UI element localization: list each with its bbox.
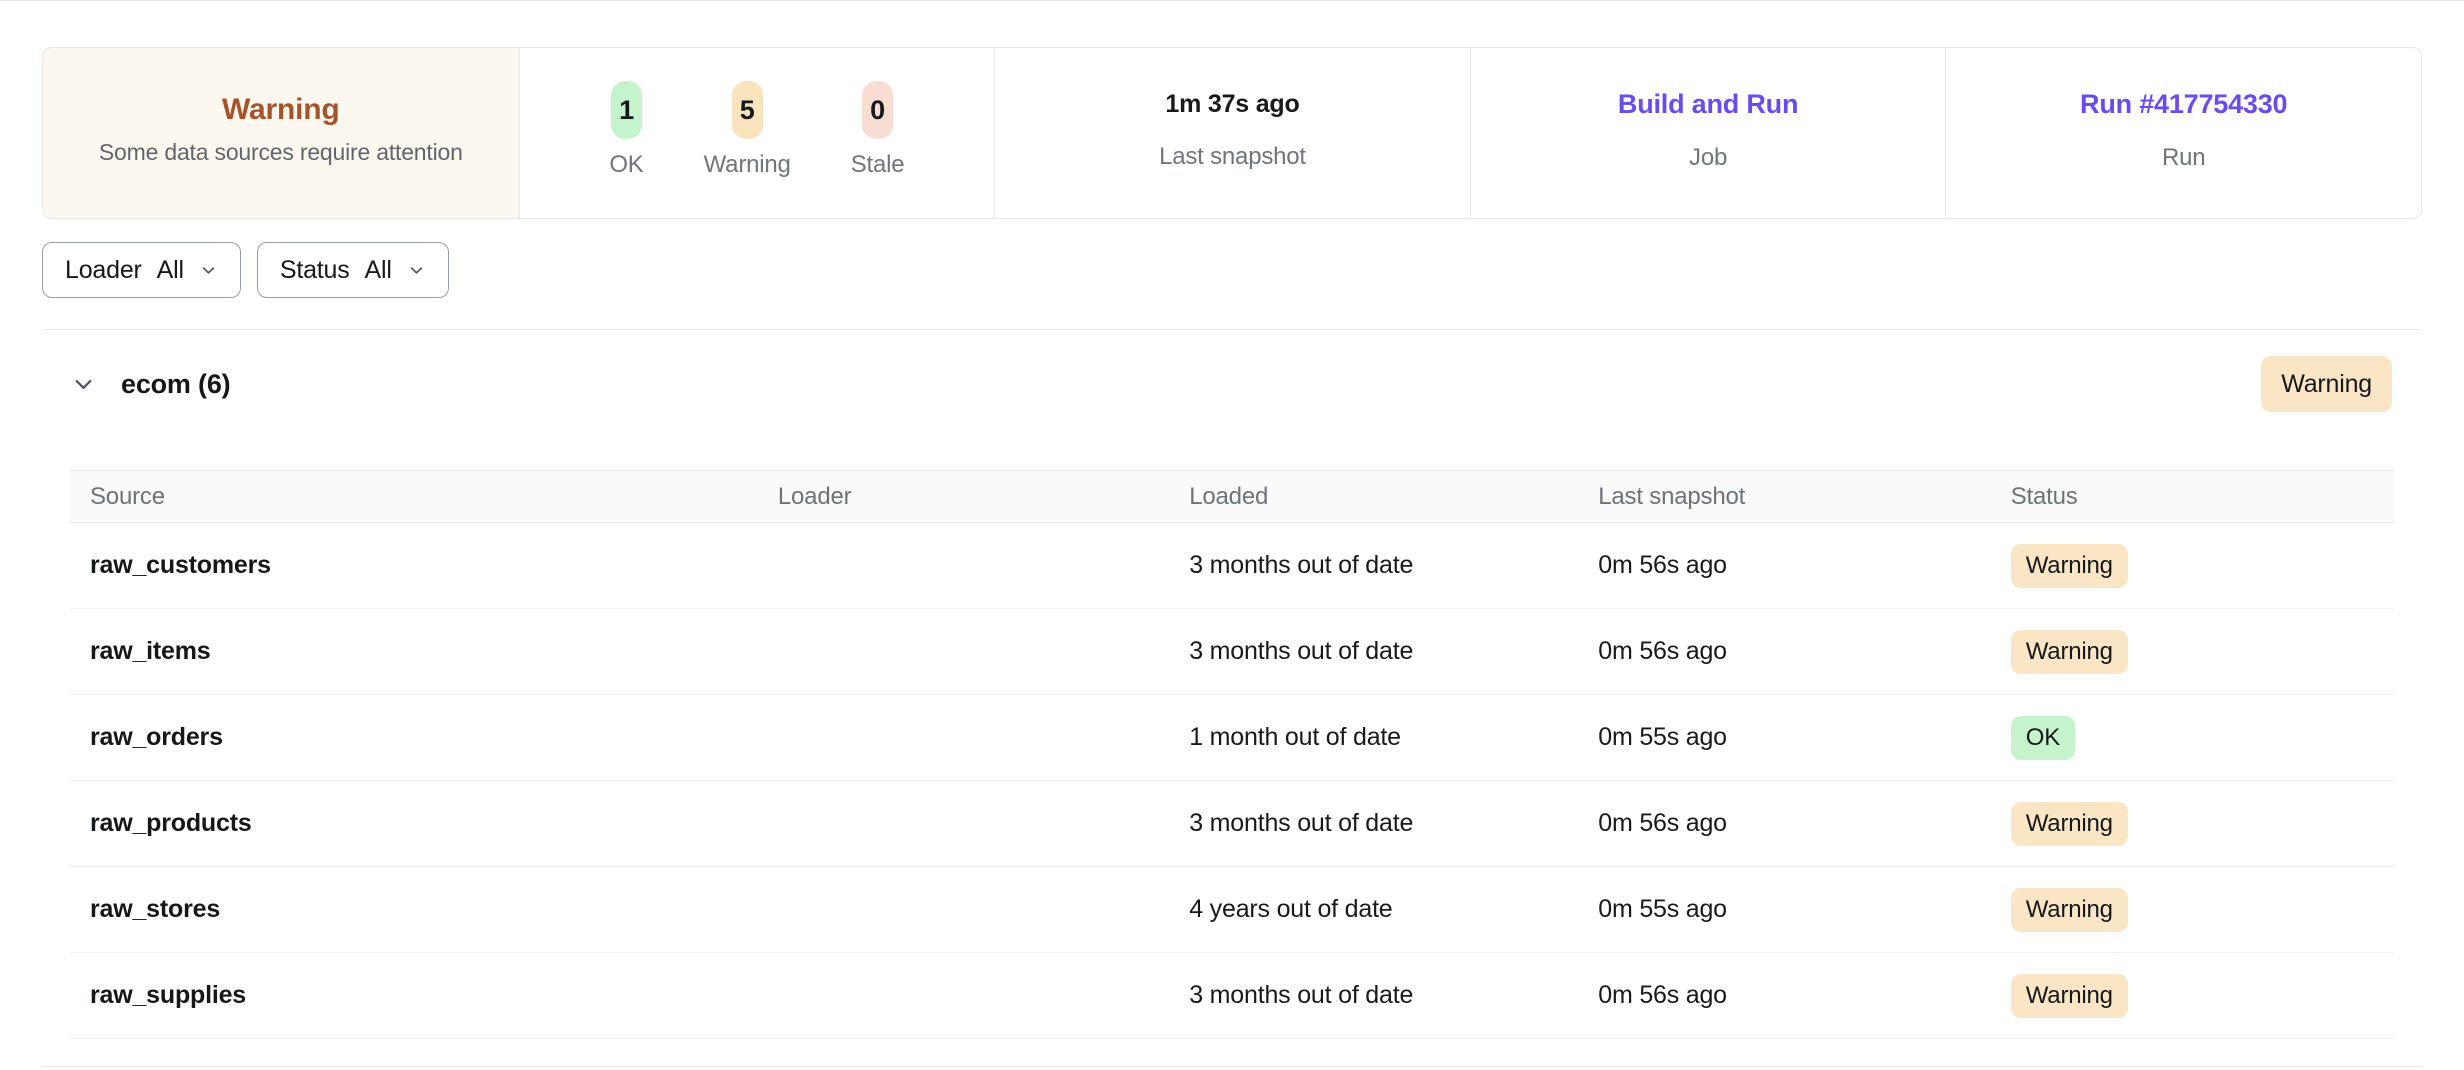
stat-stale: 0 Stale — [851, 81, 905, 179]
last-snapshot-cell: 0m 56s ago — [1578, 637, 1991, 666]
col-header-source: Source — [70, 483, 758, 511]
last-snapshot-cell: 0m 56s ago — [1578, 981, 1991, 1010]
table-row: raw_supplies 3 months out of date 0m 56s… — [70, 953, 2394, 1039]
loader-filter-label: Loader — [65, 256, 142, 285]
run-label: Run — [2162, 144, 2205, 172]
loaded-cell: 3 months out of date — [1169, 809, 1578, 838]
chevron-down-icon — [407, 261, 426, 280]
status-badge: Warning — [2011, 544, 2128, 588]
table-row: raw_stores 4 years out of date 0m 55s ag… — [70, 867, 2394, 953]
table-row: raw_customers 3 months out of date 0m 56… — [70, 523, 2394, 609]
stat-warning: 5 Warning — [704, 81, 791, 179]
filter-bar: Loader All Status All — [42, 242, 2422, 298]
job-label: Job — [1689, 144, 1727, 172]
status-filter-label: Status — [280, 256, 350, 285]
table-row: raw_products 3 months out of date 0m 56s… — [70, 781, 2394, 867]
loader-filter-value: All — [157, 256, 184, 285]
run-cell: Run #417754330 Run — [1945, 48, 2421, 218]
group-header-ecom[interactable]: ecom (6) Warning — [42, 356, 2422, 412]
status-badge: Warning — [2011, 630, 2128, 674]
section-divider — [42, 329, 2422, 330]
status-badge: OK — [2011, 716, 2075, 760]
ok-count-pill: 1 — [611, 81, 642, 139]
chevron-down-icon — [199, 261, 218, 280]
job-link[interactable]: Build and Run — [1618, 89, 1798, 120]
loaded-cell: 4 years out of date — [1169, 895, 1578, 924]
source-name: raw_customers — [70, 551, 758, 580]
summary-card: Warning Some data sources require attent… — [42, 47, 2422, 219]
loaded-cell: 1 month out of date — [1169, 723, 1578, 752]
source-name: raw_orders — [70, 723, 758, 752]
status-badge: Warning — [2011, 974, 2128, 1018]
source-name: raw_supplies — [70, 981, 758, 1010]
source-name: raw_products — [70, 809, 758, 838]
last-snapshot-cell: 0m 55s ago — [1578, 723, 1991, 752]
warning-count-pill: 5 — [732, 81, 763, 139]
overall-status-title: Warning — [222, 93, 339, 127]
chevron-down-icon — [70, 371, 97, 398]
table-row: raw_orders 1 month out of date 0m 55s ag… — [70, 695, 2394, 781]
stale-count-label: Stale — [851, 151, 905, 179]
col-header-status: Status — [1991, 483, 2394, 511]
run-link[interactable]: Run #417754330 — [2080, 89, 2287, 120]
status-badge: Warning — [2011, 802, 2128, 846]
warning-count-label: Warning — [704, 151, 791, 179]
overall-status-subtitle: Some data sources require attention — [99, 137, 463, 167]
group-status-badge: Warning — [2261, 356, 2392, 412]
last-snapshot-value: 1m 37s ago — [1165, 90, 1299, 119]
status-filter-dropdown[interactable]: Status All — [257, 242, 449, 298]
data-sources-page: Warning Some data sources require attent… — [0, 47, 2464, 1067]
last-snapshot-label: Last snapshot — [1159, 143, 1306, 171]
status-counts-cell: 1 OK 5 Warning 0 Stale — [519, 48, 995, 218]
source-name: raw_items — [70, 637, 758, 666]
group-title: ecom (6) — [121, 369, 230, 400]
loaded-cell: 3 months out of date — [1169, 551, 1578, 580]
last-snapshot-cell: 1m 37s ago Last snapshot — [994, 48, 1470, 218]
col-header-loaded: Loaded — [1169, 483, 1578, 511]
ok-count-label: OK — [609, 151, 643, 179]
col-header-last-snapshot: Last snapshot — [1578, 483, 1991, 511]
col-header-loader: Loader — [758, 483, 1169, 511]
stat-ok: 1 OK — [609, 81, 643, 179]
table-header-row: Source Loader Loaded Last snapshot Statu… — [70, 470, 2394, 523]
bottom-divider — [42, 1066, 2422, 1067]
job-cell: Build and Run Job — [1470, 48, 1946, 218]
stale-count-pill: 0 — [862, 81, 893, 139]
overall-status-cell: Warning Some data sources require attent… — [43, 48, 519, 218]
table-row: raw_items 3 months out of date 0m 56s ag… — [70, 609, 2394, 695]
sources-table: Source Loader Loaded Last snapshot Statu… — [70, 470, 2394, 1039]
loaded-cell: 3 months out of date — [1169, 981, 1578, 1010]
status-badge: Warning — [2011, 888, 2128, 932]
last-snapshot-cell: 0m 56s ago — [1578, 551, 1991, 580]
source-name: raw_stores — [70, 895, 758, 924]
loader-filter-dropdown[interactable]: Loader All — [42, 242, 241, 298]
last-snapshot-cell: 0m 55s ago — [1578, 895, 1991, 924]
status-filter-value: All — [365, 256, 392, 285]
last-snapshot-cell: 0m 56s ago — [1578, 809, 1991, 838]
loaded-cell: 3 months out of date — [1169, 637, 1578, 666]
